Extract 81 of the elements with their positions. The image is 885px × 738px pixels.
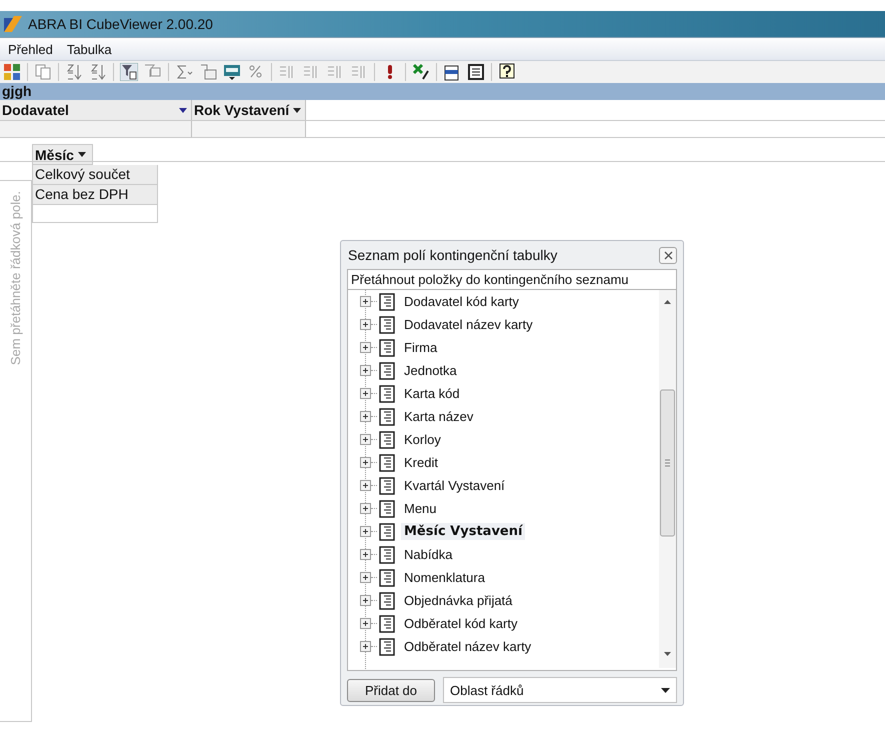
- field-item[interactable]: Kredit: [401, 454, 441, 471]
- field-icon: [379, 430, 395, 448]
- monitor-icon[interactable]: [223, 63, 241, 81]
- dropdown-icon: [78, 152, 86, 157]
- row-drop-hint: Sem přetáhněte řádková pole.: [8, 191, 23, 366]
- window-title: ABRA BI CubeViewer 2.00.20: [28, 16, 213, 32]
- field-icon: [379, 546, 395, 564]
- sort-ascending-icon[interactable]: [65, 63, 83, 81]
- field-item[interactable]: Nabídka: [401, 546, 456, 563]
- field-icon: [379, 454, 395, 472]
- field-icon: [379, 316, 395, 334]
- field-icon: [379, 638, 395, 656]
- pivot-title: gjgh: [0, 83, 885, 100]
- field-icon: [379, 500, 395, 518]
- expand-icon[interactable]: [360, 618, 371, 629]
- field-item[interactable]: Odběratel kód karty: [401, 615, 520, 632]
- expand-icon[interactable]: [360, 434, 371, 445]
- export-icon[interactable]: [443, 63, 461, 81]
- expand-icon[interactable]: [360, 457, 371, 468]
- dropdown-icon: [293, 108, 301, 112]
- expand-icon[interactable]: [360, 411, 371, 422]
- field-icon: [379, 476, 395, 494]
- expand-icon[interactable]: [360, 365, 371, 376]
- field-item[interactable]: Dodavatel kód karty: [401, 293, 522, 310]
- expand-icon[interactable]: [360, 503, 371, 514]
- field-icon: [379, 522, 395, 540]
- close-icon: [664, 250, 672, 260]
- cube-icon[interactable]: [3, 63, 21, 81]
- expand-icon[interactable]: [360, 388, 371, 399]
- column-field-button[interactable]: Dodavatel: [0, 100, 192, 120]
- expand-icon[interactable]: [360, 319, 371, 330]
- sort-descending-icon[interactable]: [89, 63, 107, 81]
- field-item[interactable]: Firma: [401, 339, 440, 356]
- field-icon: [379, 592, 395, 610]
- panel-title: Seznam polí kontingenční tabulky: [348, 247, 558, 263]
- menu-title[interactable]: Tabulka: [66, 42, 112, 56]
- copy-icon[interactable]: [34, 63, 52, 81]
- expand-icon[interactable]: [360, 480, 371, 491]
- logo-icon: [4, 16, 22, 32]
- table-cell: Cena bez DPH: [32, 185, 158, 205]
- field-item[interactable]: Karta kód: [401, 385, 463, 402]
- field-item[interactable]: Měsíc Vystavení: [401, 523, 526, 540]
- field-icon: [379, 362, 395, 380]
- field-item[interactable]: Odběratel název karty: [401, 638, 534, 655]
- expand-icon[interactable]: [360, 572, 371, 583]
- expand-icon[interactable]: [360, 526, 371, 537]
- dropdown-icon: [179, 108, 187, 112]
- expand-icon[interactable]: [360, 549, 371, 560]
- row-field-button[interactable]: Měsíc: [32, 144, 93, 165]
- field-item[interactable]: Dodavatel název karty: [401, 316, 536, 333]
- filter-icon[interactable]: [120, 63, 138, 81]
- table-icon[interactable]: [199, 63, 217, 81]
- dropdown-icon: [661, 688, 670, 692]
- expand-icon[interactable]: [360, 595, 371, 606]
- field-icon: [379, 384, 395, 402]
- add-button[interactable]: Přidat do: [347, 678, 435, 702]
- table-cell: Celkový součet: [32, 165, 158, 185]
- expand-icon[interactable]: [360, 342, 371, 353]
- field-item[interactable]: Karta název: [401, 408, 476, 425]
- field-icon: [379, 408, 395, 426]
- field-icon: [379, 338, 395, 356]
- field-icon: [379, 614, 395, 632]
- sum-icon[interactable]: [175, 63, 193, 81]
- field-item[interactable]: Objednávka přijatá: [401, 592, 516, 609]
- menu-title[interactable]: Přehled: [8, 42, 53, 56]
- expand-icon[interactable]: [360, 641, 371, 652]
- field-item[interactable]: Nomenklatura: [401, 569, 488, 586]
- field-item[interactable]: Jednotka: [401, 362, 460, 379]
- close-button[interactable]: [659, 246, 677, 264]
- panel-subtitle: Přetáhnout položky do kontingenčního seznamu: [347, 269, 677, 289]
- field-icon: [379, 568, 395, 586]
- column-field-button[interactable]: Rok Vystavení: [192, 100, 306, 120]
- field-item[interactable]: Korloy: [401, 431, 444, 448]
- area-dropdown[interactable]: Oblast řádků: [443, 677, 677, 703]
- document-icon[interactable]: [467, 63, 485, 81]
- field-icon: [379, 292, 395, 310]
- help-icon[interactable]: [498, 63, 516, 81]
- field-item[interactable]: Menu: [401, 500, 440, 517]
- field-item[interactable]: Kvartál Vystavení: [401, 477, 508, 494]
- expand-icon[interactable]: [360, 296, 371, 307]
- scrollbar[interactable]: [659, 290, 676, 668]
